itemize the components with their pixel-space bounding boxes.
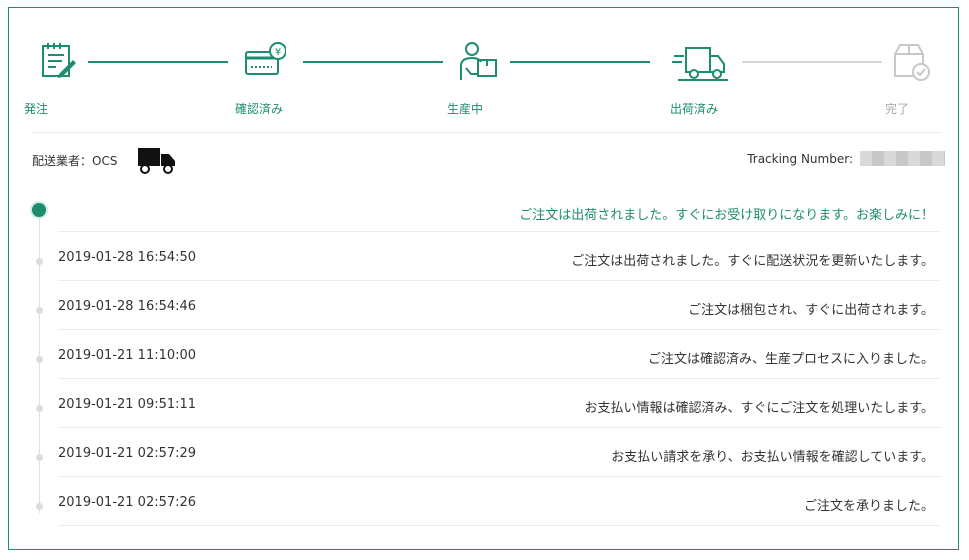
truck-icon xyxy=(138,148,175,174)
timeline-message: お支払い情報は確認済み、すぐにご注文を処理いたします。 xyxy=(584,401,934,416)
timeline-message: ご注文は出荷されました。すぐにお受け取りになります。お楽しみに！ xyxy=(519,208,934,223)
timeline-row: 2019-01-21 11:10:00 ご注文は確認済み、生産プロセスに入りまし… xyxy=(58,330,940,379)
timeline-message: ご注文は出荷されました。すぐに配送状況を更新いたします。 xyxy=(571,254,934,269)
step-label: 確認済み xyxy=(235,102,284,116)
step-label: 完了 xyxy=(885,102,910,116)
delivery-truck-icon xyxy=(672,47,728,81)
step-confirmed: ¥ 確認済み xyxy=(230,40,300,116)
step-connector xyxy=(742,61,882,63)
step-production: 生産中 xyxy=(443,40,513,116)
worker-package-icon xyxy=(460,42,497,80)
step-complete: 完了 xyxy=(875,40,945,116)
timeline-time: 2019-01-28 16:54:50 xyxy=(58,250,197,265)
timeline-time: 2019-01-21 02:57:29 xyxy=(58,446,197,461)
timeline-dot xyxy=(36,405,43,412)
timeline-time: 2019-01-28 16:54:46 xyxy=(58,299,197,314)
step-label: 発注 xyxy=(24,102,49,116)
payment-card-icon: ¥ xyxy=(245,42,286,75)
timeline-row: 2019-01-21 09:51:11 お支払い情報は確認済み、すぐにご注文を処… xyxy=(58,379,940,428)
timeline-dot xyxy=(36,307,43,314)
step-label: 生産中 xyxy=(447,102,484,116)
timeline-current-dot xyxy=(32,203,46,217)
timeline-message: ご注文を承りました。 xyxy=(803,499,934,514)
timeline-dot xyxy=(36,503,43,510)
timeline-dot xyxy=(36,356,43,363)
step-connector xyxy=(88,61,228,63)
timeline-time: 2019-01-21 11:10:00 xyxy=(58,348,197,363)
timeline-dot xyxy=(36,258,43,265)
box-check-icon xyxy=(894,44,930,81)
carrier-label: 配送業者：OCS xyxy=(32,154,118,168)
tracking-number-label: Tracking Number: xyxy=(747,152,853,166)
timeline-row: ご注文は出荷されました。すぐにお受け取りになります。お楽しみに！ xyxy=(58,208,940,232)
svg-text:¥: ¥ xyxy=(275,47,281,58)
step-connector xyxy=(510,61,650,63)
timeline-dot xyxy=(36,454,43,461)
timeline-row: 2019-01-21 02:57:26 ご注文を承りました。 xyxy=(58,477,940,526)
tracking-number-redacted xyxy=(860,151,945,166)
timeline-row: 2019-01-21 02:57:29 お支払い請求を承り、お支払い情報を確認し… xyxy=(58,428,940,477)
timeline-message: ご注文は梱包され、すぐに出荷されます。 xyxy=(688,303,934,318)
timeline-row: 2019-01-28 16:54:46 ご注文は梱包され、すぐに出荷されます。 xyxy=(58,281,940,330)
step-connector xyxy=(303,61,443,63)
timeline-time: 2019-01-21 09:51:11 xyxy=(58,397,197,412)
step-shipped: 出荷済み xyxy=(658,40,728,116)
timeline-message: お支払い請求を承り、お支払い情報を確認しています。 xyxy=(611,450,934,465)
order-document-icon xyxy=(42,43,76,78)
timeline-row: 2019-01-28 16:54:50 ご注文は出荷されました。すぐに配送状況を… xyxy=(58,232,940,281)
divider xyxy=(32,132,940,133)
step-order: 発注 xyxy=(23,40,93,116)
timeline-time: 2019-01-21 02:57:26 xyxy=(58,495,197,510)
timeline-message: ご注文は確認済み、生産プロセスに入りました。 xyxy=(647,352,934,367)
step-label: 出荷済み xyxy=(670,102,719,116)
